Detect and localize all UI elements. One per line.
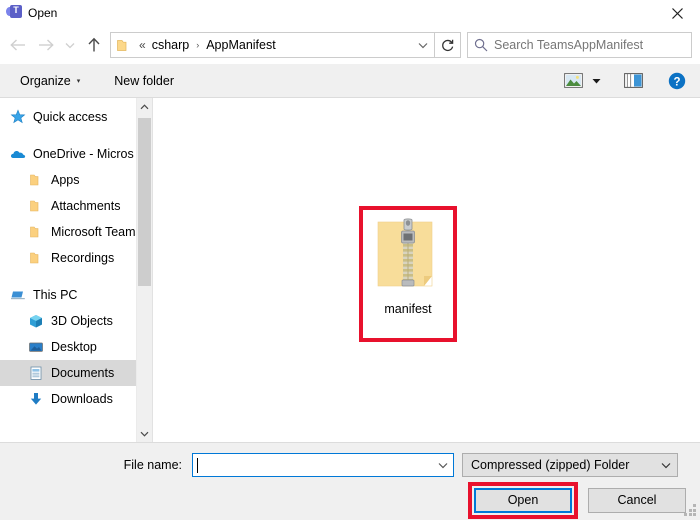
chevron-down-icon[interactable] <box>412 42 434 49</box>
sidebar-item-label: Microsoft Teams <box>51 225 142 239</box>
sidebar-item-label: This PC <box>33 288 78 302</box>
file-type-value: Compressed (zipped) Folder <box>471 458 630 472</box>
new-folder-button[interactable]: New folder <box>108 70 180 92</box>
folder-icon <box>117 38 133 52</box>
computer-icon <box>10 287 26 303</box>
sidebar-item-desktop[interactable]: Desktop <box>0 334 152 360</box>
folder-icon <box>28 198 44 214</box>
breadcrumb-overflow[interactable]: « <box>139 38 146 52</box>
file-list-pane: manifest <box>153 98 700 442</box>
up-button[interactable] <box>80 31 108 59</box>
breadcrumb-item-1[interactable]: AppManifest <box>206 38 275 52</box>
search-input[interactable]: Search TeamsAppManifest <box>467 32 692 58</box>
forward-button[interactable] <box>32 31 60 59</box>
sidebar-item-label: Quick access <box>33 110 108 124</box>
sidebar-item-label: Documents <box>51 366 115 380</box>
search-icon <box>468 38 494 52</box>
sidebar-item-recordings[interactable]: Recordings <box>0 245 152 271</box>
chevron-down-icon <box>661 458 671 472</box>
folder-icon <box>28 172 44 188</box>
open-button[interactable]: Open <box>474 487 572 513</box>
help-icon[interactable]: ? <box>662 68 692 94</box>
address-toolbar: « csharp › AppManifest Search TeamsAppMa… <box>0 26 700 64</box>
filename-label: File name: <box>123 458 182 472</box>
svg-text:?: ? <box>673 76 680 88</box>
text-caret <box>197 457 198 473</box>
file-type-dropdown[interactable]: Compressed (zipped) Folder <box>462 453 678 477</box>
dialog-body: Quick access OneDrive - Micros Apps Atta… <box>0 98 700 442</box>
breadcrumb-separator[interactable]: › <box>196 40 199 50</box>
resize-grip[interactable] <box>684 504 697 517</box>
sidebar-item-label: OneDrive - Micros <box>33 147 134 161</box>
sidebar-item-microsoft-teams[interactable]: Microsoft Teams <box>0 219 152 245</box>
view-options-dropdown[interactable] <box>588 68 604 94</box>
address-bar[interactable]: « csharp › AppManifest <box>110 32 435 58</box>
sidebar-item-documents[interactable]: Documents <box>0 360 152 386</box>
chevron-down-icon: ▾ <box>76 77 81 85</box>
sidebar-item-apps[interactable]: Apps <box>0 167 152 193</box>
sidebar-item-label: Attachments <box>51 199 121 213</box>
teams-icon <box>6 4 22 21</box>
organize-label: Organize <box>20 73 71 88</box>
list-item[interactable]: manifest <box>365 212 451 336</box>
new-folder-label: New folder <box>114 73 174 88</box>
open-file-dialog: Open <box>0 0 700 520</box>
filename-row: File name: Compressed (zipped) Folder <box>0 443 700 479</box>
scroll-up-icon[interactable] <box>137 98 152 115</box>
title-bar: Open <box>0 0 700 26</box>
navigation-scrollbar[interactable] <box>136 98 152 442</box>
sidebar-item-label: Apps <box>51 173 80 187</box>
sidebar-item-this-pc[interactable]: This PC <box>0 282 152 308</box>
file-name-label: manifest <box>384 302 432 316</box>
sidebar-item-onedrive[interactable]: OneDrive - Micros <box>0 141 152 167</box>
download-icon <box>28 391 44 407</box>
dialog-footer: File name: Compressed (zipped) Folder Op… <box>0 442 700 520</box>
sidebar-item-label: 3D Objects <box>51 314 113 328</box>
filename-input[interactable] <box>192 453 454 477</box>
scroll-down-icon[interactable] <box>137 425 152 442</box>
window-title: Open <box>28 6 58 20</box>
sidebar-item-3d-objects[interactable]: 3D Objects <box>0 308 152 334</box>
sidebar-item-attachments[interactable]: Attachments <box>0 193 152 219</box>
back-button[interactable] <box>4 31 32 59</box>
sidebar-item-downloads[interactable]: Downloads <box>0 386 152 412</box>
refresh-button[interactable] <box>435 32 461 58</box>
annotation-box-open-button: Open <box>468 481 578 519</box>
onedrive-cloud-icon <box>10 146 26 162</box>
recent-locations-button[interactable] <box>60 31 80 59</box>
breadcrumb-item-0[interactable]: csharp <box>152 38 190 52</box>
cube-icon <box>28 313 44 329</box>
folder-icon <box>28 224 44 240</box>
command-toolbar: Organize ▾ New folder ? <box>0 64 700 98</box>
star-icon <box>10 109 26 125</box>
preview-pane-icon[interactable] <box>618 68 648 94</box>
button-row: Open Cancel <box>0 481 700 519</box>
folder-icon <box>28 250 44 266</box>
sidebar-item-label: Recordings <box>51 251 115 265</box>
sidebar-item-quick-access[interactable]: Quick access <box>0 104 152 130</box>
organize-button[interactable]: Organize ▾ <box>14 70 86 92</box>
view-options-icon[interactable] <box>558 68 588 94</box>
cancel-button[interactable]: Cancel <box>588 487 686 513</box>
scrollbar-thumb[interactable] <box>138 118 151 286</box>
sidebar-item-label: Desktop <box>51 340 97 354</box>
chevron-down-icon[interactable] <box>433 454 453 476</box>
desktop-icon <box>28 339 44 355</box>
sidebar-item-label: Downloads <box>51 392 113 406</box>
close-icon[interactable] <box>654 0 700 26</box>
search-placeholder: Search TeamsAppManifest <box>494 38 644 52</box>
navigation-pane: Quick access OneDrive - Micros Apps Atta… <box>0 98 152 442</box>
breadcrumb: « csharp › AppManifest <box>139 38 412 52</box>
zipped-folder-icon <box>376 218 440 294</box>
documents-icon <box>28 365 44 381</box>
